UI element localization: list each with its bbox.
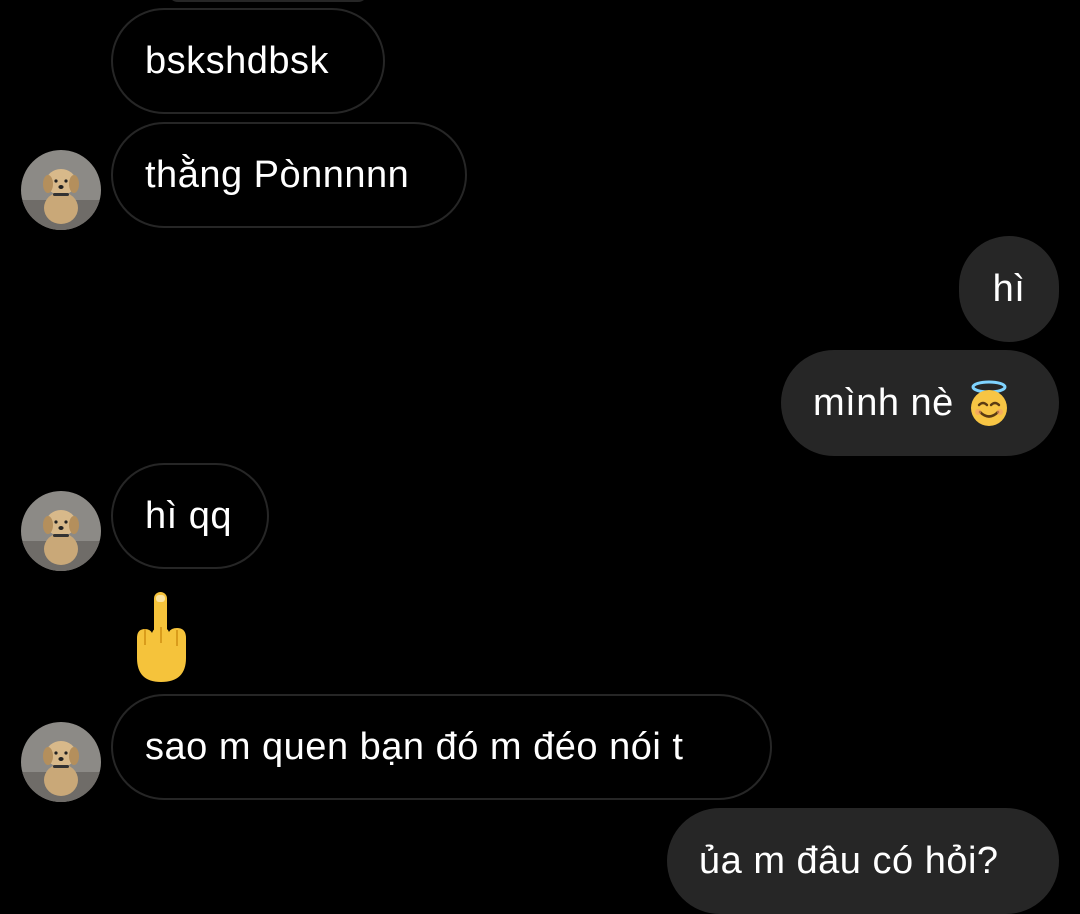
message-text: hì qq (145, 495, 233, 537)
message-text: thằng Pònnnnn (145, 154, 410, 196)
puppy-avatar-icon (21, 722, 101, 802)
outgoing-message-bubble[interactable]: hì (959, 236, 1059, 342)
sender-avatar[interactable] (21, 491, 101, 571)
incoming-message-bubble[interactable]: hì qq (111, 463, 269, 569)
message-text: ủa m đâu có hỏi? (699, 840, 999, 882)
incoming-message-bubble[interactable]: bskshdbsk (111, 8, 385, 114)
message-text: sao m quen bạn đó m đéo nói t (145, 726, 684, 768)
sender-avatar[interactable] (21, 150, 101, 230)
middle-finger-icon[interactable] (128, 588, 194, 684)
puppy-avatar-icon (21, 150, 101, 230)
outgoing-message-bubble[interactable]: mình nè (781, 350, 1059, 456)
incoming-message-bubble[interactable]: sao m quen bạn đó m đéo nói t (111, 694, 772, 800)
incoming-message-bubble[interactable]: thằng Pònnnnn (111, 122, 467, 228)
sender-avatar[interactable] (21, 722, 101, 802)
puppy-avatar-icon (21, 491, 101, 571)
partial-bubble-top (168, 0, 368, 2)
message-text: bskshdbsk (145, 40, 330, 82)
outgoing-message-bubble[interactable]: ủa m đâu có hỏi? (667, 808, 1059, 914)
message-text: mình nè (813, 382, 954, 424)
smiling-face-with-halo-icon (970, 380, 1007, 426)
message-text: hì (992, 268, 1026, 310)
